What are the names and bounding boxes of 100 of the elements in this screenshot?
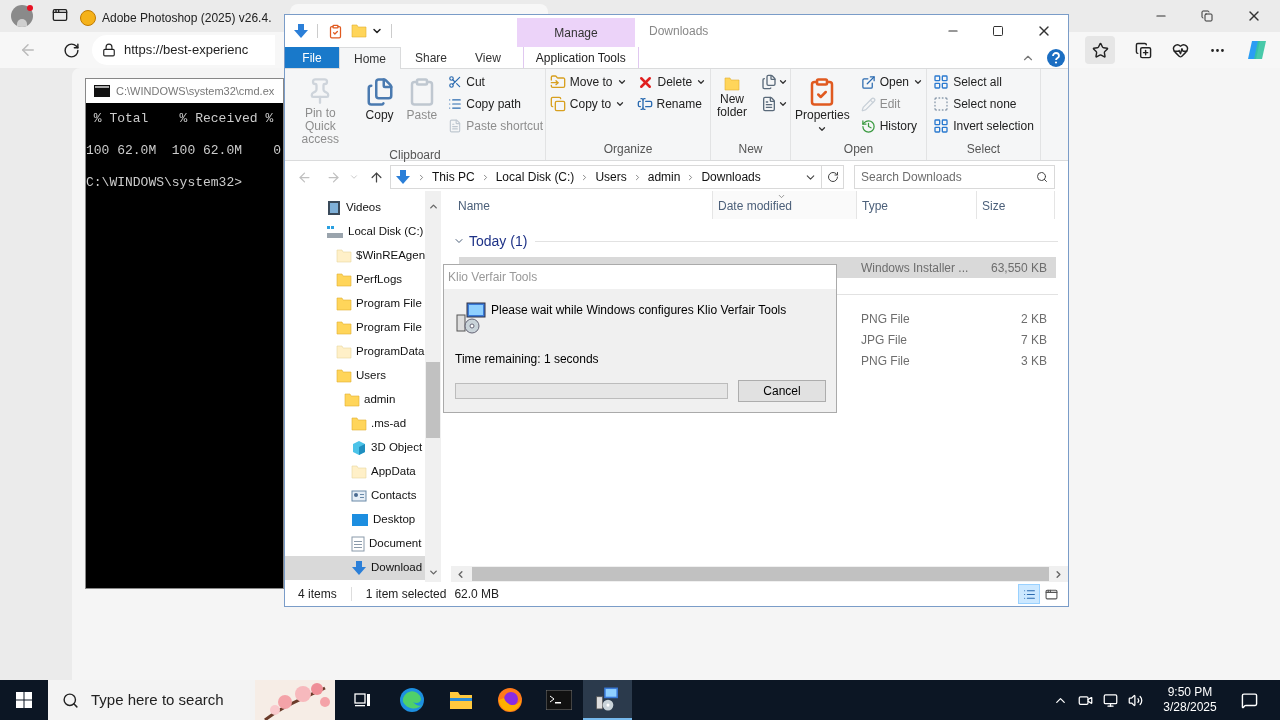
collections-icon[interactable] <box>1135 41 1152 59</box>
tree-item[interactable]: PerfLogs <box>285 268 425 292</box>
caret-icon <box>913 77 924 87</box>
address-bar[interactable]: This PC Local Disk (C:) Users admin Downloads <box>390 165 822 189</box>
help-icon[interactable] <box>1047 48 1065 67</box>
group-label: Open <box>842 141 875 158</box>
ribbon-button[interactable]: Open <box>858 71 926 93</box>
tree-item[interactable]: AppData <box>285 460 425 484</box>
clock[interactable]: 9:50 PM 3/28/2025 <box>1153 685 1227 715</box>
tree-item[interactable]: Program File <box>285 292 425 316</box>
breadcrumb[interactable]: Local Disk (C:) <box>495 168 575 186</box>
history-icon <box>860 118 876 134</box>
scroll-down-icon[interactable] <box>427 567 439 578</box>
url-field[interactable]: https://best-experienc <box>92 35 275 65</box>
breadcrumb[interactable]: This PC <box>432 168 475 186</box>
scrollbar-thumb[interactable] <box>426 362 440 438</box>
caret-icon <box>696 77 707 87</box>
ribbon-button[interactable]: New folder <box>711 71 753 119</box>
ribbon-button[interactable]: Select none <box>931 93 1036 115</box>
maximize-icon[interactable] <box>992 25 1004 37</box>
tree-item[interactable]: Videos <box>285 196 425 220</box>
up-icon[interactable] <box>369 169 384 185</box>
refresh-icon[interactable] <box>63 41 80 59</box>
browser-tab[interactable]: Adobe Photoshop (2025) v26.4. <box>74 4 270 32</box>
tab-favicon <box>80 10 96 26</box>
fox-icon[interactable] <box>496 687 523 713</box>
tree-item[interactable]: .ms-ad <box>285 412 425 436</box>
group-label: Organize <box>602 141 654 158</box>
task-view-icon[interactable] <box>353 691 372 709</box>
tree-item[interactable]: ProgramData <box>285 340 425 364</box>
ribbon-tab[interactable]: File <box>285 47 339 68</box>
film-icon <box>326 200 342 216</box>
volume-icon[interactable] <box>1128 692 1143 708</box>
tree-item[interactable]: 3D Object <box>285 436 425 460</box>
scroll-up-icon[interactable] <box>427 201 439 212</box>
tree-item[interactable]: $WinREAgen <box>285 244 425 268</box>
ribbon-button[interactable]: Delete <box>634 71 709 93</box>
caret-icon <box>817 124 828 134</box>
column-header[interactable]: Type <box>857 191 977 219</box>
horizontal-scrollbar[interactable] <box>451 566 1068 582</box>
ribbon-button[interactable]: Copy to <box>547 93 629 115</box>
console-icon[interactable] <box>545 690 572 710</box>
taskbar-app[interactable] <box>583 680 632 720</box>
vertical-scrollbar[interactable] <box>425 191 441 582</box>
ribbon-button[interactable]: Copy path <box>446 93 545 115</box>
breadcrumb[interactable]: admin <box>647 168 681 186</box>
ribbon-button[interactable]: Rename <box>634 93 709 115</box>
network-icon[interactable] <box>1103 692 1118 708</box>
dialog-message: Please wait while Windows configures Klio Verfair Tools <box>491 302 787 319</box>
tree-item[interactable]: admin <box>285 388 425 412</box>
star-icon <box>1091 41 1109 59</box>
tree-item[interactable]: Desktop <box>285 508 425 532</box>
window-icon <box>1044 587 1058 601</box>
tree-item[interactable]: Users <box>285 364 425 388</box>
ribbon-tab[interactable]: Share <box>401 47 462 68</box>
ribbon-button[interactable]: Invert selection <box>931 115 1036 137</box>
tree-item[interactable]: Document <box>285 532 425 556</box>
profile-avatar[interactable] <box>11 5 33 27</box>
breadcrumb[interactable]: Downloads <box>701 168 761 186</box>
favorites-button[interactable] <box>1085 36 1115 64</box>
ribbon-tab[interactable]: Application Tools <box>522 47 639 68</box>
notification-icon[interactable] <box>1241 691 1258 709</box>
cancel-button[interactable]: Cancel <box>738 380 826 402</box>
column-header[interactable]: Date modified <box>713 191 857 219</box>
ribbon-button[interactable]: Cut <box>446 71 545 93</box>
folder-icon[interactable] <box>448 690 473 710</box>
installer-icon[interactable] <box>594 686 621 712</box>
tab-actions-icon[interactable] <box>52 7 68 23</box>
tree-item[interactable]: Local Disk (C:) <box>285 220 425 244</box>
search-field[interactable]: Search Downloads <box>854 165 1055 189</box>
tree-item[interactable]: Program File <box>285 316 425 340</box>
properties-icon[interactable] <box>328 23 343 39</box>
ribbon-tab[interactable]: View <box>461 47 515 68</box>
ribbon-button[interactable]: Properties <box>791 71 853 134</box>
taskbar-search-field[interactable]: Type here to search <box>48 680 335 720</box>
windows-logo-icon[interactable] <box>16 692 32 708</box>
tree-item[interactable]: Download <box>285 556 425 580</box>
copilot-icon[interactable] <box>1246 39 1268 61</box>
column-header[interactable]: Size <box>977 191 1055 219</box>
shortcut-icon <box>448 119 463 133</box>
download-arrow-icon[interactable] <box>293 23 309 39</box>
breadcrumb[interactable]: Users <box>595 168 627 186</box>
heart-pulse-icon[interactable] <box>1172 41 1189 59</box>
refresh-button[interactable] <box>822 165 844 189</box>
scrollbar-thumb[interactable] <box>472 567 1049 581</box>
group-label: Clipboard <box>388 147 442 164</box>
edge-icon[interactable] <box>398 687 425 713</box>
tree-item[interactable]: Contacts <box>285 484 425 508</box>
ribbon-button[interactable]: History <box>858 115 926 137</box>
ribbon-button[interactable]: Copy <box>361 71 398 122</box>
scroll-right-icon[interactable] <box>1053 568 1064 580</box>
ribbon-button[interactable]: Select all <box>931 71 1036 93</box>
desktop-icon <box>351 513 369 527</box>
ribbon-button[interactable]: Move to <box>547 71 629 93</box>
ribbon-tab[interactable]: Home <box>339 47 401 69</box>
tab-title: Adobe Photoshop (2025) v26.4. <box>102 10 272 27</box>
restore-icon[interactable] <box>1201 10 1213 22</box>
dialog-title: Klio Verfair Tools <box>448 269 538 286</box>
contact-card-icon <box>351 489 367 503</box>
installer-icon <box>456 301 488 335</box>
